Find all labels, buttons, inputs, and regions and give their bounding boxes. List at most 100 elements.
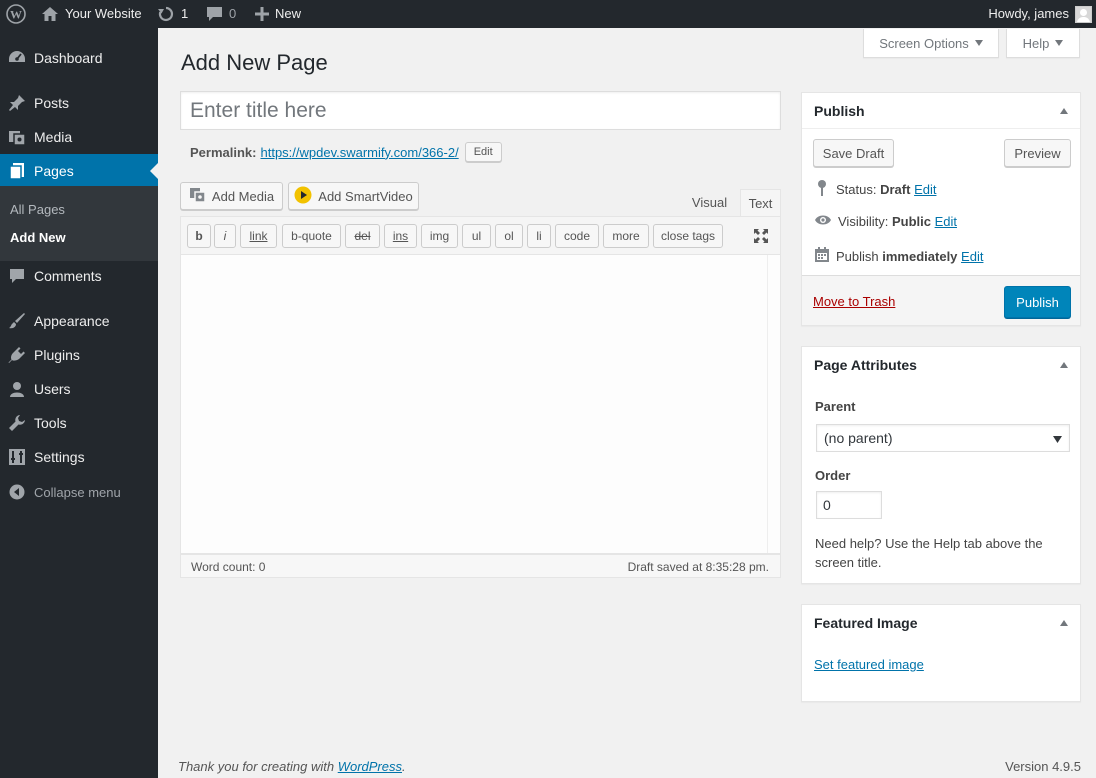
site-name-link[interactable]: Your Website [41,0,142,28]
chevron-down-icon [974,40,983,46]
footer-version: Version 4.9.5 [1005,759,1081,774]
set-featured-image-link[interactable]: Set featured image [814,657,924,672]
screen-options-button[interactable]: Screen Options [863,29,999,58]
publish-button[interactable]: Publish [1004,286,1071,318]
new-content-link[interactable]: New [255,0,301,28]
permalink-url[interactable]: https://wpdev.swarmify.com/366-2/ [260,145,458,160]
wrench-icon [7,413,27,433]
order-label: Order [815,468,851,483]
sidebar-item-media[interactable]: Media [0,120,158,154]
plus-icon [255,7,269,21]
order-input[interactable] [816,491,882,519]
qt-bold-button[interactable]: b [187,224,211,248]
draft-saved-status: Draft saved at 8:35:28 pm. [627,560,769,574]
sidebar-item-label: Posts [34,95,70,111]
admin-sidebar: Dashboard Posts Media Pages All Pages Ad… [0,28,158,778]
wordpress-logo-icon[interactable]: W [6,0,26,28]
howdy-text: Howdy, james [988,6,1069,21]
sidebar-item-comments[interactable]: Comments [0,259,158,293]
qt-blockquote-button[interactable]: b-quote [282,224,341,248]
fullscreen-icon[interactable] [751,226,771,246]
featured-image-header[interactable]: Featured Image [802,605,1080,641]
add-media-button[interactable]: Add Media [180,182,283,210]
help-button[interactable]: Help [1006,29,1080,58]
move-to-trash-link[interactable]: Move to Trash [813,294,895,309]
page-attributes-header[interactable]: Page Attributes [802,347,1080,383]
updates-link[interactable]: 1 [157,0,188,28]
qt-img-button[interactable]: img [421,224,458,248]
qt-close-tags-button[interactable]: close tags [653,224,723,248]
sidebar-item-tools[interactable]: Tools [0,406,158,440]
permalink-label: Permalink: [190,144,257,160]
screen-options-label: Screen Options [879,35,969,51]
visibility-edit-link[interactable]: Edit [935,214,957,229]
qt-link-button[interactable]: link [240,224,277,248]
comments-link[interactable]: 0 [206,0,236,28]
media-icon [7,127,27,147]
calendar-icon [814,247,830,266]
sidebar-item-label: Users [34,381,71,397]
schedule-edit-link[interactable]: Edit [961,249,983,264]
collapse-menu-button[interactable]: Collapse menu [0,480,121,504]
updates-icon [157,5,175,23]
sidebar-item-users[interactable]: Users [0,372,158,406]
status-label: Status: [836,182,877,197]
title-input[interactable] [180,91,781,130]
updates-count: 1 [181,6,189,21]
footer-period: . [402,759,406,774]
tab-visual[interactable]: Visual [684,189,735,216]
sidebar-item-label: Comments [34,268,102,284]
sidebar-item-pages[interactable]: Pages [0,154,158,188]
collapse-toggle-icon[interactable] [1060,362,1068,368]
avatar [1075,5,1092,23]
qt-ins-button[interactable]: ins [384,224,417,248]
qt-li-button[interactable]: li [527,224,551,248]
users-icon [7,379,27,399]
publish-box-header[interactable]: Publish [802,93,1080,129]
smartvideo-play-icon [294,186,312,207]
page-attributes-title: Page Attributes [814,357,917,373]
visibility-value: Public [891,214,931,229]
sidebar-item-settings[interactable]: Settings [0,440,158,474]
permalink-row: Permalink: https://wpdev.swarmify.com/36… [190,142,502,162]
save-draft-button[interactable]: Save Draft [813,139,894,167]
qt-ul-button[interactable]: ul [462,224,491,248]
dashboard-icon [7,48,27,68]
visibility-label: Visibility: [838,214,889,229]
submenu-all-pages[interactable]: All Pages [10,202,65,217]
account-menu[interactable]: Howdy, james [988,0,1092,28]
status-edit-link[interactable]: Edit [914,182,936,197]
footer-thanks: Thank you for creating with WordPress. [178,759,406,774]
collapse-toggle-icon[interactable] [1060,620,1068,626]
attributes-help-text: Need help? Use the Help tab above the sc… [815,536,1043,570]
qt-del-button[interactable]: del [345,224,380,248]
featured-image-title: Featured Image [814,615,918,631]
parent-select[interactable]: (no parent) [816,424,1070,452]
qt-more-button[interactable]: more [603,224,649,248]
comments-count: 0 [229,6,237,21]
pages-icon [7,161,27,181]
editor-status-bar: Word count: 0 Draft saved at 8:35:28 pm. [180,554,781,578]
sidebar-item-appearance[interactable]: Appearance [0,304,158,338]
sidebar-item-label: Media [34,129,73,145]
sidebar-item-label: Settings [34,449,85,465]
sidebar-item-plugins[interactable]: Plugins [0,338,158,372]
qt-italic-button[interactable]: i [214,224,236,248]
collapse-toggle-icon[interactable] [1060,107,1068,114]
preview-button[interactable]: Preview [1004,139,1071,167]
featured-image-box: Featured Image Set featured image [801,604,1081,702]
add-smartvideo-button[interactable]: Add SmartVideo [288,182,419,210]
wordpress-link[interactable]: WordPress [338,759,402,774]
submenu-add-new[interactable]: Add New [10,230,66,245]
dropdown-arrow-icon [1053,430,1062,446]
permalink-edit-button[interactable]: Edit [464,142,502,162]
tab-text[interactable]: Text [740,189,781,216]
new-label: New [275,6,302,21]
qt-code-button[interactable]: code [555,224,599,248]
qt-ol-button[interactable]: ol [495,224,523,248]
content-editor[interactable] [180,254,781,554]
sidebar-item-dashboard[interactable]: Dashboard [0,41,158,75]
comment-icon [7,266,27,286]
sidebar-item-posts[interactable]: Posts [0,86,158,120]
add-media-icon [189,187,206,206]
